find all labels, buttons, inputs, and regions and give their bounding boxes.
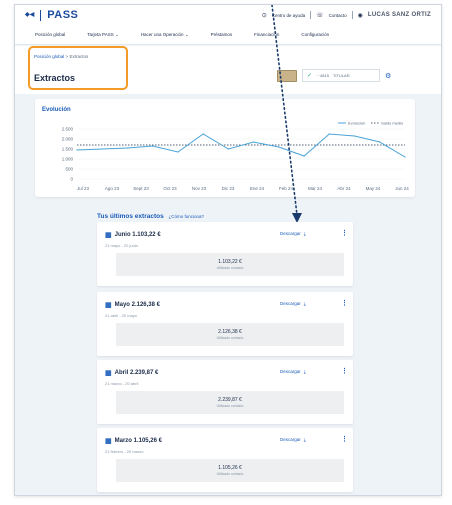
statement-range: 21 marzo - 20 abril: [105, 381, 139, 386]
download-label: Descargar: [280, 369, 301, 374]
statement-amount-label: Utilizado contado: [216, 266, 244, 270]
statement-title-text: Abril 2.239,87 €: [114, 370, 159, 376]
statement-summary: 1.103,22 € Utilizado contado: [116, 253, 344, 276]
calendar-icon: ▦: [105, 232, 112, 239]
download-label: Descargar: [280, 301, 301, 306]
statement-amount: 2.126,38 €: [218, 329, 242, 335]
statement-amount: 1.105,26 €: [218, 465, 242, 471]
app-window: ◆◀ PASS ⊙ Centro de ayuda ☏ Contacto ◉ L…: [14, 4, 442, 496]
download-button[interactable]: Descargar ⤓: [280, 231, 306, 236]
statement-title: ▦ Mayo 2.126,38 €: [105, 301, 160, 309]
statement-card: ▦ Mayo 2.126,38 € 21 abril - 20 mayo Des…: [97, 292, 353, 356]
statement-title-text: Junio 1.103,22 €: [114, 232, 161, 238]
more-options-icon[interactable]: ⋮: [341, 299, 348, 307]
download-button[interactable]: Descargar ⤓: [280, 437, 306, 442]
download-icon: ⤓: [303, 231, 306, 236]
statement-title-text: Marzo 1.105,26 €: [114, 438, 162, 444]
download-button[interactable]: Descargar ⤓: [280, 369, 306, 374]
statement-summary: 2.126,38 € Utilizado contado: [116, 323, 344, 346]
statement-amount-label: Utilizado contado: [216, 472, 244, 476]
statement-amount: 2.239,87 €: [218, 397, 242, 403]
calendar-icon: ▦: [105, 438, 112, 445]
statement-summary: 1.105,26 € Utilizado contado: [116, 459, 344, 482]
statement-amount-label: Utilizado contado: [216, 336, 244, 340]
statement-summary: 2.239,87 € Utilizado contado: [116, 391, 344, 414]
statement-range: 21 febrero - 20 marzo: [105, 449, 144, 454]
statement-amount-label: Utilizado contado: [216, 404, 244, 408]
download-button[interactable]: Descargar ⤓: [280, 301, 306, 306]
download-icon: ⤓: [303, 301, 306, 306]
statement-title: ▦ Abril 2.239,87 €: [105, 369, 158, 377]
statement-card: ▦ Marzo 1.105,26 € 21 febrero - 20 marzo…: [97, 428, 353, 492]
calendar-icon: ▦: [105, 370, 112, 377]
statement-range: 21 abril - 20 mayo: [105, 313, 138, 318]
statement-title: ▦ Marzo 1.105,26 €: [105, 437, 162, 445]
statement-card: ▦ Junio 1.103,22 € 21 mayo - 20 junio De…: [97, 222, 353, 286]
more-options-icon[interactable]: ⋮: [341, 229, 348, 237]
download-label: Descargar: [280, 437, 301, 442]
statement-title-text: Mayo 2.126,38 €: [114, 302, 160, 308]
download-icon: ⤓: [303, 369, 306, 374]
statement-range: 21 mayo - 20 junio: [105, 243, 138, 248]
calendar-icon: ▦: [105, 302, 112, 309]
statement-card: ▦ Abril 2.239,87 € 21 marzo - 20 abril D…: [97, 360, 353, 424]
more-options-icon[interactable]: ⋮: [341, 367, 348, 375]
statement-amount: 1.103,22 €: [218, 259, 242, 265]
download-icon: ⤓: [303, 437, 306, 442]
statement-title: ▦ Junio 1.103,22 €: [105, 231, 161, 239]
download-label: Descargar: [280, 231, 301, 236]
more-options-icon[interactable]: ⋮: [341, 435, 348, 443]
